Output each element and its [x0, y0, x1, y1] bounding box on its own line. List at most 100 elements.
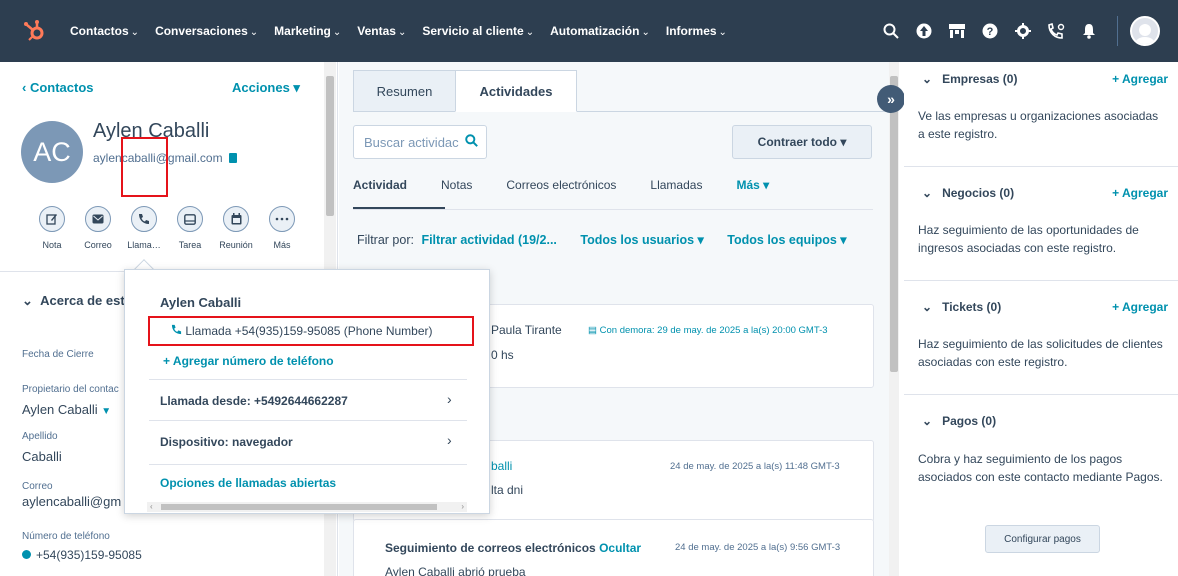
search-icon[interactable] [880, 20, 902, 42]
tab-underline [577, 111, 890, 112]
add-ticket-link[interactable]: + Agregar [1112, 300, 1168, 314]
calendar-icon [223, 206, 249, 232]
phone-icon [131, 206, 157, 232]
telefono-value[interactable]: +54(935)159-95085 [22, 548, 142, 562]
nav-marketing[interactable]: Marketing ⌄ [274, 24, 341, 38]
filter-activity-link[interactable]: Filtrar actividad (19/2... [421, 233, 556, 247]
settings-gear-icon[interactable] [1012, 20, 1034, 42]
contact-avatar: AC [21, 121, 83, 183]
section-tickets-header[interactable]: ⌄ Tickets (0) [922, 300, 1001, 314]
nav-ventas[interactable]: Ventas ⌄ [357, 24, 406, 38]
help-icon[interactable]: ? [979, 20, 1001, 42]
nav-automatizacion[interactable]: Automatización ⌄ [550, 24, 650, 38]
notifications-bell-icon[interactable] [1078, 20, 1100, 42]
filter-teams-dropdown[interactable]: Todos los equipos ▾ [727, 233, 846, 247]
nav-conversaciones[interactable]: Conversaciones ⌄ [155, 24, 258, 38]
note-edit-icon [39, 206, 65, 232]
overdue-date: ▤ Con demora: 29 de may. de 2025 a la(s)… [588, 325, 828, 336]
apellido-label: Apellido [22, 431, 58, 442]
phone-badge-icon [22, 550, 31, 559]
nav-divider [1117, 16, 1118, 46]
chevron-right-icon: › [447, 432, 452, 448]
chevron-right-icon: › [447, 391, 452, 407]
subtab-correos[interactable]: Correos electrónicos [506, 178, 616, 192]
add-phone-number-link[interactable]: + Agregar número de teléfono [163, 354, 334, 368]
add-negocio-link[interactable]: + Agregar [1112, 186, 1168, 200]
email-icon [85, 206, 111, 232]
subtab-divider [353, 209, 873, 210]
telefono-label: Número de teléfono [22, 531, 110, 542]
nav-servicio-cliente[interactable]: Servicio al cliente ⌄ [422, 24, 534, 38]
hubspot-logo-icon[interactable] [20, 17, 48, 45]
call-number-highlight [148, 316, 474, 346]
action-correo[interactable]: Correo [76, 206, 120, 250]
device-option[interactable]: Dispositivo: navegador [160, 435, 293, 449]
subtab-actividad[interactable]: Actividad [353, 178, 407, 192]
popup-horizontal-scrollbar[interactable]: ‹ › [147, 502, 467, 512]
filter-users-dropdown[interactable]: Todos los usuarios ▾ [580, 233, 703, 247]
divider [904, 166, 1178, 167]
subtab-mas[interactable]: Más ▾ [736, 178, 769, 192]
activity-subtabs: Actividad Notas Correos electrónicos Lla… [353, 178, 803, 192]
nav-informes[interactable]: Informes ⌄ [666, 24, 727, 38]
more-dots-icon [269, 206, 295, 232]
open-calling-options-link[interactable]: Opciones de llamadas abiertas [160, 476, 336, 490]
divider [149, 420, 467, 421]
section-empresas-header[interactable]: ⌄ Empresas (0) [922, 72, 1017, 86]
svg-text:?: ? [987, 26, 994, 38]
middle-scrollbar[interactable] [889, 62, 899, 576]
about-section-header[interactable]: ⌄ Acerca de est [22, 293, 125, 309]
search-icon [464, 134, 478, 150]
search-activities-input[interactable]: Buscar actividac [353, 125, 487, 159]
expand-sidebar-icon[interactable]: » [877, 85, 905, 113]
call-from-option[interactable]: Llamada desde: +5492644662287 [160, 394, 348, 408]
back-to-contacts-link[interactable]: ‹ Contactos [22, 80, 94, 95]
action-mas[interactable]: Más [260, 206, 304, 250]
section-pagos-header[interactable]: ⌄ Pagos (0) [922, 414, 996, 428]
ocultar-link[interactable]: Ocultar [599, 541, 641, 555]
call-action-highlight [121, 137, 168, 197]
calling-icon[interactable] [1045, 20, 1067, 42]
add-empresa-link[interactable]: + Agregar [1112, 72, 1168, 86]
activity-card-email-tracking[interactable]: Seguimiento de correos electrónicos Ocul… [353, 519, 874, 576]
action-reunion[interactable]: Reunión [214, 206, 258, 250]
action-tarea[interactable]: Tarea [168, 206, 212, 250]
nav-contactos[interactable]: Contactos ⌄ [70, 24, 139, 38]
tickets-description: Haz seguimiento de las solicitudes de cl… [918, 337, 1163, 369]
pagos-description: Cobra y haz seguimiento de los pagos aso… [918, 452, 1163, 484]
tab-resumen[interactable]: Resumen [353, 70, 456, 112]
tab-actividades[interactable]: Actividades [455, 70, 577, 112]
user-avatar[interactable] [1130, 16, 1160, 46]
configurar-pagos-button[interactable]: Configurar pagos [985, 525, 1100, 553]
copy-icon[interactable] [228, 153, 237, 163]
marketplace-icon[interactable] [946, 20, 968, 42]
popup-contact-name: Aylen Caballi [160, 295, 242, 310]
negocios-description: Haz seguimiento de las oportunidades de … [918, 223, 1139, 255]
subtab-notas[interactable]: Notas [441, 178, 472, 192]
associations-sidebar: ⌄ Empresas (0) + Agregar Ve las empresas… [904, 62, 1178, 576]
divider [149, 464, 467, 465]
top-navigation: Contactos ⌄ Conversaciones ⌄ Marketing ⌄ Ve… [0, 0, 1178, 62]
subtab-llamadas[interactable]: Llamadas [650, 178, 702, 192]
apellido-value[interactable]: Caballi [22, 449, 62, 464]
divider [149, 379, 467, 380]
fecha-cierre-label: Fecha de Cierre [22, 349, 94, 360]
scroll-left-icon[interactable]: ‹ [150, 502, 153, 511]
propietario-label: Propietario del contac [22, 384, 119, 395]
action-nota[interactable]: Nota [30, 206, 74, 250]
contraer-todo-button[interactable]: Contraer todo ▾ [732, 125, 872, 159]
propietario-value[interactable]: Aylen Caballi ▼ [22, 402, 111, 417]
upgrade-icon[interactable] [913, 20, 935, 42]
task-icon [177, 206, 203, 232]
divider [904, 394, 1178, 395]
filter-bar: Filtrar por: Filtrar actividad (19/2... … [357, 233, 847, 247]
call-popover: Aylen Caballi Llamada +54(935)159-95085 … [124, 269, 490, 514]
section-negocios-header[interactable]: ⌄ Negocios (0) [922, 186, 1014, 200]
correo-value[interactable]: aylencaballi@gm [22, 494, 121, 509]
quick-actions: Nota Correo Llama… Tarea Reunión Más [30, 206, 306, 250]
acciones-dropdown[interactable]: Acciones ▾ [232, 80, 300, 96]
action-llamada[interactable]: Llama… [122, 206, 166, 250]
empresas-description: Ve las empresas u organizaciones asociad… [918, 109, 1159, 141]
correo-label: Correo [22, 481, 53, 492]
scroll-right-icon[interactable]: › [461, 502, 464, 511]
